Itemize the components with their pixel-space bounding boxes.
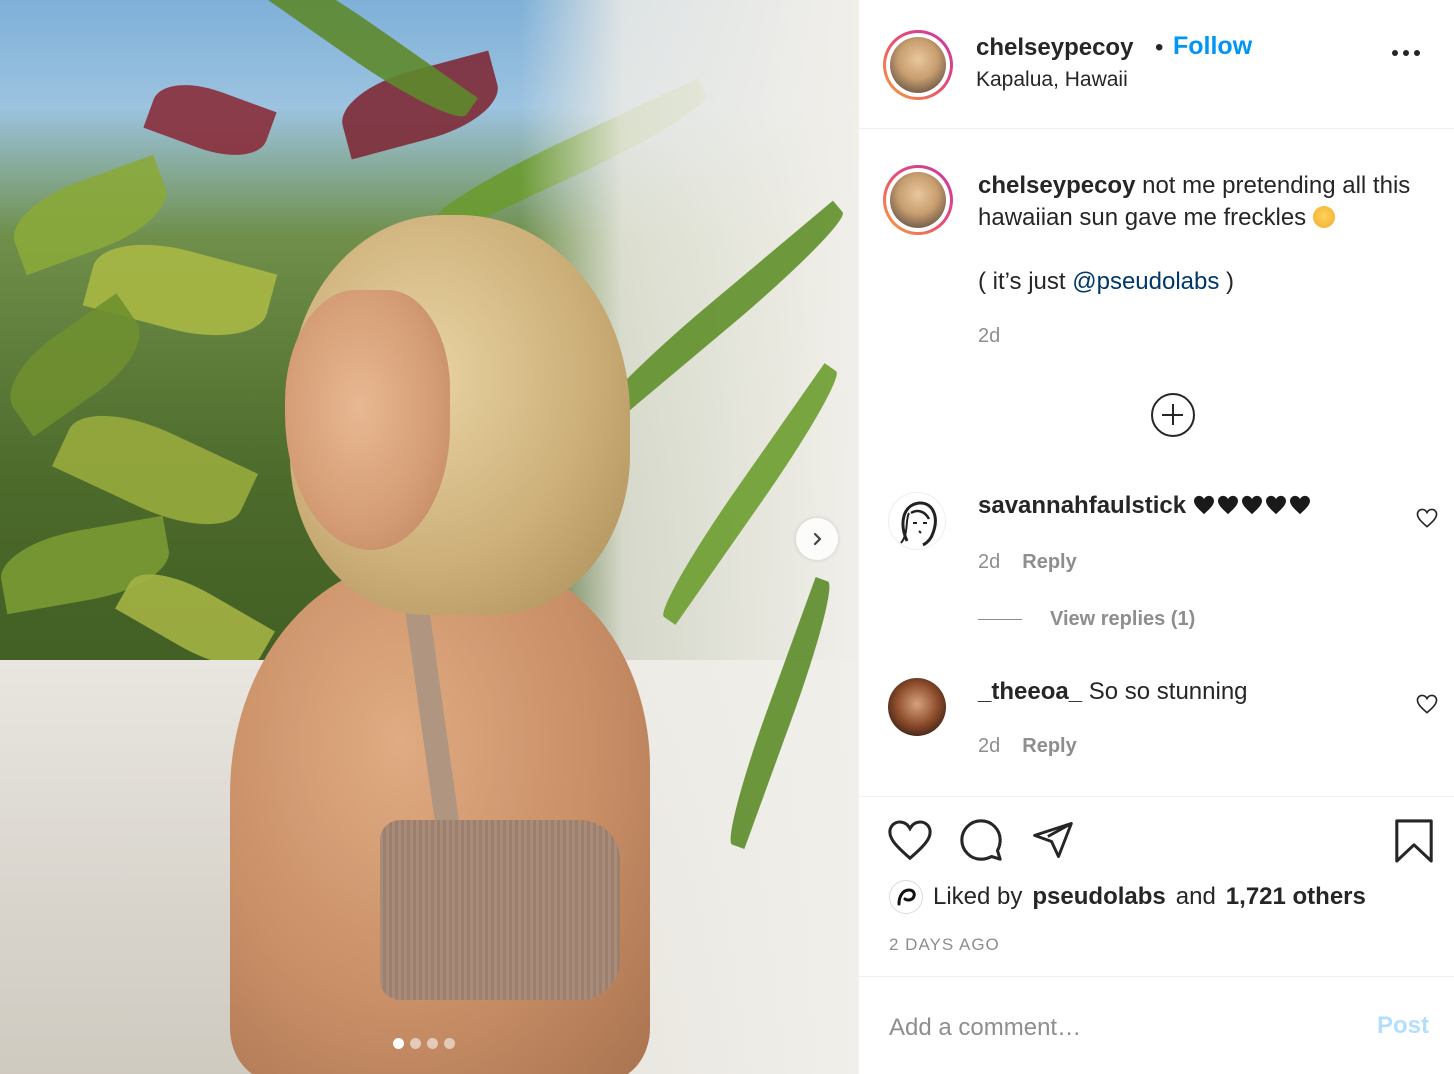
comment-username[interactable]: _theeoa_	[978, 678, 1082, 705]
post-header: chelseypecoy • Follow Kapalua, Hawaii	[859, 0, 1454, 129]
post-photo[interactable]	[0, 0, 858, 1074]
carousel-next-button[interactable]	[796, 518, 838, 560]
mention-link[interactable]: @pseudolabs	[1072, 268, 1219, 295]
divider	[859, 796, 1454, 797]
comment-body: _theeoa_ So so stunning	[978, 678, 1248, 706]
red-leaf	[143, 71, 277, 169]
carousel-dot	[410, 1038, 421, 1049]
liked-by-middle: and	[1175, 883, 1216, 910]
post-date[interactable]: 2 DAYS AGO	[889, 935, 1000, 955]
chevron-right-icon	[813, 532, 822, 546]
commenter-avatar[interactable]	[888, 678, 946, 736]
comment-time[interactable]: 2d	[978, 735, 1000, 758]
ribbed-top	[380, 820, 620, 1000]
caption-username[interactable]: chelseypecoy	[978, 172, 1135, 199]
caption-line2-prefix: ( it’s just	[978, 268, 1073, 295]
black-heart-emoji	[1265, 495, 1286, 515]
post-modal: chelseypecoy • Follow Kapalua, Hawaii ch…	[0, 0, 1454, 1074]
comment-icon[interactable]	[958, 817, 1004, 863]
sun-face-emoji	[1312, 206, 1335, 228]
add-comment-input[interactable]	[889, 1008, 1359, 1048]
likes-summary: Liked by pseudolabs and 1,721 others	[889, 880, 1366, 914]
caption-avatar[interactable]	[883, 165, 953, 235]
comment-meta: 2d Reply	[978, 735, 1077, 758]
caption-time[interactable]: 2d	[978, 325, 1000, 348]
divider	[859, 976, 1454, 977]
liker-username[interactable]: pseudolabs	[1032, 883, 1165, 911]
more-options-icon[interactable]	[1392, 50, 1420, 56]
carousel-indicators	[393, 1038, 455, 1049]
liked-by-prefix: Liked by	[933, 883, 1023, 910]
view-replies-button[interactable]: View replies (1)	[978, 608, 1195, 631]
reply-button[interactable]: Reply	[1022, 551, 1076, 574]
comment-body: savannahfaulstick	[978, 492, 1311, 520]
post-comment-button[interactable]: Post	[1377, 1012, 1429, 1040]
heart-icon[interactable]	[887, 818, 933, 862]
paper-plane-icon[interactable]	[1030, 818, 1076, 862]
black-heart-emoji	[1193, 495, 1214, 515]
sketch-portrait-icon	[900, 501, 937, 547]
comment-text: So so stunning	[1088, 678, 1248, 705]
carousel-dot	[427, 1038, 438, 1049]
liker-avatar[interactable]	[889, 880, 923, 914]
comment-like-heart-icon[interactable]	[1416, 694, 1438, 714]
caption-line-2: ( it’s just @pseudolabs )	[978, 266, 1234, 298]
replies-line	[978, 619, 1022, 620]
carousel-dot-active	[393, 1038, 404, 1049]
bookmark-icon[interactable]	[1393, 818, 1435, 864]
separator-dot: •	[1155, 34, 1164, 61]
pseudolabs-logo-icon	[897, 888, 916, 906]
likes-others-count[interactable]: 1,721 others	[1226, 883, 1366, 911]
black-heart-emoji	[1241, 495, 1262, 515]
author-avatar[interactable]	[883, 30, 953, 100]
comment-time[interactable]: 2d	[978, 551, 1000, 574]
comment-username[interactable]: savannahfaulstick	[978, 492, 1186, 519]
follow-button[interactable]: Follow	[1173, 32, 1252, 61]
black-hearts-emoji	[1193, 495, 1311, 515]
post-sidebar: chelseypecoy • Follow Kapalua, Hawaii ch…	[858, 0, 1454, 1074]
post-caption: chelseypecoy not me pretending all this …	[978, 170, 1438, 234]
black-heart-emoji	[1289, 495, 1310, 515]
caption-line2-suffix: )	[1219, 268, 1235, 295]
reply-button[interactable]: Reply	[1022, 735, 1076, 758]
post-location[interactable]: Kapalua, Hawaii	[976, 68, 1128, 92]
plus-circle-icon[interactable]	[1151, 393, 1195, 437]
view-replies-label: View replies (1)	[1050, 608, 1196, 630]
black-heart-emoji	[1217, 495, 1238, 515]
comment-meta: 2d Reply	[978, 551, 1077, 574]
author-username[interactable]: chelseypecoy	[976, 34, 1133, 62]
carousel-dot	[444, 1038, 455, 1049]
comment-like-heart-icon[interactable]	[1416, 508, 1438, 528]
commenter-avatar[interactable]	[888, 492, 946, 550]
